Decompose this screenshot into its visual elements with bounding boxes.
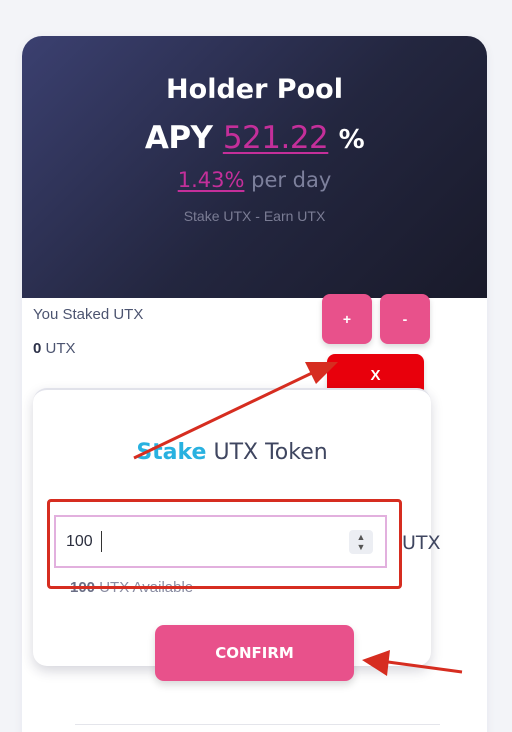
stake-title-rest: UTX Token	[213, 440, 328, 465]
confirm-button[interactable]: CONFIRM	[155, 625, 354, 681]
apy-value[interactable]: 521.22	[223, 120, 329, 156]
divider	[75, 724, 440, 725]
available-balance: 100 UTX Available	[70, 579, 193, 596]
available-amount: 100	[70, 579, 96, 596]
daily-rate-value[interactable]: 1.43%	[178, 168, 245, 192]
text-caret	[101, 531, 102, 552]
pool-subtitle: Stake UTX - Earn UTX	[183, 208, 326, 224]
staked-amount-value: 0	[33, 340, 42, 357]
stake-amount-unit: UTX	[402, 532, 441, 554]
pool-header: Holder Pool APY 521.22 % 1.43% per day S…	[22, 36, 487, 298]
spinner-up-icon[interactable]: ▲	[357, 532, 366, 542]
number-spinner-icon[interactable]: ▲ ▼	[349, 530, 373, 554]
apy-label: APY	[144, 120, 213, 156]
staked-label: You Staked UTX	[33, 306, 144, 323]
apy-suffix: %	[338, 125, 365, 155]
stake-plus-button[interactable]: +	[322, 294, 372, 344]
stake-title-highlight: Stake	[136, 440, 207, 465]
apy-line: APY 521.22 %	[22, 120, 487, 156]
staked-amount-unit: UTX	[45, 340, 76, 357]
staked-amount: 0 UTX	[33, 340, 76, 357]
stake-amount-input[interactable]: 100 ▲ ▼	[54, 515, 387, 568]
daily-rate: 1.43% per day	[22, 168, 487, 192]
spinner-down-icon[interactable]: ▼	[357, 542, 366, 552]
available-suffix: UTX Available	[99, 579, 194, 596]
daily-rate-suffix: per day	[251, 168, 332, 192]
stake-amount-value[interactable]: 100	[66, 533, 93, 551]
stake-form-title: Stake UTX Token	[33, 440, 431, 465]
pool-title: Holder Pool	[166, 74, 343, 105]
stake-minus-button[interactable]: -	[380, 294, 430, 344]
